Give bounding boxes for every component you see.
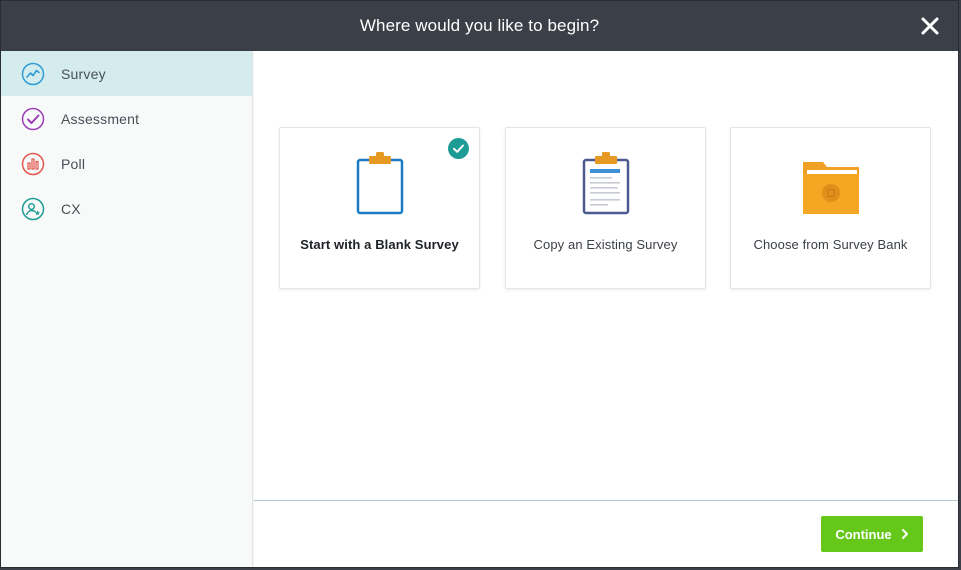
folder-icon bbox=[802, 162, 859, 214]
option-area: Start with a Blank Survey Copy an Existi… bbox=[254, 51, 958, 500]
sidebar-item-label: Assessment bbox=[61, 110, 140, 127]
continue-button[interactable]: Continue bbox=[821, 516, 923, 552]
survey-bank-card[interactable]: Choose from Survey Bank bbox=[730, 127, 931, 289]
assessment-check-icon bbox=[21, 107, 45, 130]
dialog-title: Where would you like to begin? bbox=[359, 16, 600, 35]
close-icon[interactable] bbox=[920, 16, 940, 36]
blank-clipboard-icon bbox=[356, 152, 403, 215]
sidebar-item-label: Survey bbox=[61, 65, 106, 82]
cx-person-icon bbox=[21, 197, 45, 220]
survey-trend-icon bbox=[21, 62, 45, 85]
sidebar-item-label: Poll bbox=[61, 155, 86, 172]
continue-label: Continue bbox=[835, 526, 892, 542]
start-dialog: Where would you like to begin? Survey As… bbox=[0, 0, 959, 568]
sidebar-item-label: CX bbox=[61, 200, 81, 217]
sidebar-item-assessment[interactable]: Assessment bbox=[1, 96, 252, 141]
option-label: Choose from Survey Bank bbox=[753, 237, 908, 252]
option-label: Start with a Blank Survey bbox=[300, 237, 459, 252]
option-label: Copy an Existing Survey bbox=[533, 237, 678, 252]
poll-bars-icon bbox=[21, 152, 45, 175]
sidebar-item-cx[interactable]: CX bbox=[1, 186, 252, 231]
sidebar-item-survey[interactable]: Survey bbox=[1, 51, 252, 96]
selected-check-icon bbox=[448, 138, 469, 159]
blank-survey-card[interactable]: Start with a Blank Survey bbox=[279, 127, 480, 289]
dialog-header: Where would you like to begin? bbox=[1, 1, 958, 51]
chevron-right-icon bbox=[901, 529, 908, 539]
type-sidebar: Survey Assessment Poll CX bbox=[1, 51, 253, 567]
sidebar-item-poll[interactable]: Poll bbox=[1, 141, 252, 186]
copy-survey-card[interactable]: Copy an Existing Survey bbox=[505, 127, 706, 289]
filled-clipboard-icon bbox=[582, 152, 629, 215]
dialog-footer: Continue bbox=[254, 500, 958, 567]
